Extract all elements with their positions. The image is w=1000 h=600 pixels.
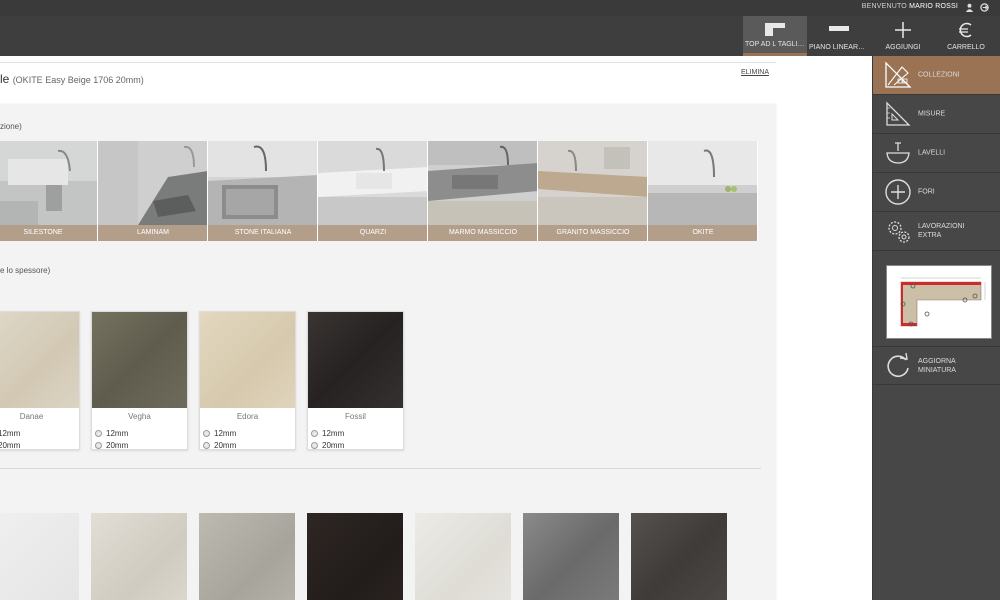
option-20mm[interactable]: 20mm [203, 441, 236, 450]
collection-marmo-massiccio[interactable]: MARMO MASSICCIO [428, 141, 538, 241]
carrello-button[interactable]: CARRELLO [934, 16, 998, 56]
option-12mm[interactable]: 12mm [0, 429, 20, 438]
collection-okite[interactable]: OKITE [648, 141, 758, 241]
user-name: MARIO ROSSI [909, 3, 958, 10]
radio-icon [203, 442, 210, 449]
material-swatch [308, 312, 403, 408]
logout-icon[interactable] [980, 3, 989, 12]
plus-icon [895, 22, 911, 38]
radio-icon [203, 430, 210, 437]
euro-icon [959, 22, 972, 38]
app-header: TOP AD L TAGLIO ... PIANO LINEARE / ... … [0, 16, 1000, 56]
welcome-text: BENVENUTO MARIO ROSSI [861, 3, 958, 10]
gears-icon [888, 221, 910, 243]
option-12mm[interactable]: 12mm [95, 429, 128, 438]
sink-icon [886, 142, 910, 164]
sidebar-item-misure[interactable]: MISURE [873, 95, 1000, 134]
sidebar-item-lavorazioni-extra[interactable]: LAVORAZIONI EXTRA [873, 212, 1000, 251]
material-swatch-7[interactable] [631, 513, 727, 600]
material-swatch-6[interactable] [523, 513, 619, 600]
collections-strip: SILESTONE LAMINAM STONE ITALIANA QUARZI … [0, 141, 762, 241]
aggiungi-button[interactable]: AGGIUNGI [871, 16, 935, 56]
refresh-icon [887, 352, 909, 377]
collection-step-label: zione) [0, 122, 22, 131]
material-swatch-2[interactable] [91, 513, 187, 600]
material-card-fossil[interactable]: Fossil 12mm 20mm [307, 311, 404, 450]
sidebar-item-collezioni[interactable]: COLLEZIONI [873, 56, 1000, 95]
collection-quarzi[interactable]: QUARZI [318, 141, 428, 241]
sidebar-item-lavelli[interactable]: LAVELLI [873, 134, 1000, 173]
option-20mm[interactable]: 20mm [0, 441, 20, 450]
sidebar-item-fori[interactable]: FORI [873, 173, 1000, 212]
top-divider [0, 62, 776, 63]
collection-image [428, 141, 538, 225]
material-card-vegha[interactable]: Vegha 12mm 20mm [91, 311, 188, 450]
collection-laminam[interactable]: LAMINAM [98, 141, 208, 241]
collection-granito-massiccio[interactable]: GRANITO MASSICCIO [538, 141, 648, 241]
radio-icon [95, 430, 102, 437]
option-20mm[interactable]: 20mm [95, 441, 128, 450]
material-swatch [0, 312, 79, 408]
page-title: le (OKITE Easy Beige 1706 20mm) [0, 72, 144, 86]
radio-icon [311, 430, 318, 437]
material-card-danae[interactable]: Danae 12mm 20mm [0, 311, 80, 450]
material-swatch-3[interactable] [199, 513, 295, 600]
option-12mm[interactable]: 12mm [311, 429, 344, 438]
material-swatch-1[interactable] [0, 513, 79, 600]
material-swatch [200, 312, 295, 408]
ruler-triangle-icon [886, 101, 911, 126]
main-content: le (OKITE Easy Beige 1706 20mm) ELIMINA … [0, 56, 872, 600]
top-bar: BENVENUTO MARIO ROSSI [0, 0, 1000, 16]
layout-preview-image [891, 270, 987, 334]
add-hole-icon [885, 179, 911, 205]
section-divider [0, 468, 761, 469]
option-20mm[interactable]: 20mm [311, 441, 344, 450]
option-12mm[interactable]: 12mm [203, 429, 236, 438]
collection-image [0, 141, 98, 225]
material-swatch-5[interactable] [415, 513, 511, 600]
elimina-link[interactable]: ELIMINA [741, 69, 769, 76]
collection-stone-italiana[interactable]: STONE ITALIANA [208, 141, 318, 241]
collection-image [318, 141, 428, 225]
top-l-icon [765, 23, 785, 36]
collections-icon [885, 61, 912, 88]
collection-image [208, 141, 318, 225]
preview-thumbnail[interactable] [886, 265, 992, 339]
collection-image [98, 141, 208, 225]
collection-silestone[interactable]: SILESTONE [0, 141, 98, 241]
top-l-button[interactable]: TOP AD L TAGLIO ... [743, 16, 807, 56]
thickness-step-label: e lo spessore) [0, 266, 51, 275]
material-card-edora[interactable]: Edora 12mm 20mm [199, 311, 296, 450]
sidebar-item-aggiorna-miniatura[interactable]: AGGIORNA MINIATURA [873, 346, 1000, 385]
collection-image [538, 141, 648, 225]
piano-lineare-icon [829, 26, 849, 31]
material-swatch-4[interactable] [307, 513, 403, 600]
piano-lineare-button[interactable]: PIANO LINEARE / ... [807, 16, 871, 56]
collection-image [648, 141, 758, 225]
right-sidebar: COLLEZIONI MISURE LAVELLI FORI LAVORAZIO… [872, 56, 1000, 600]
radio-icon [95, 442, 102, 449]
user-icon[interactable] [965, 3, 974, 12]
radio-icon [311, 442, 318, 449]
selected-material: (OKITE Easy Beige 1706 20mm) [12, 75, 144, 85]
material-swatch [92, 312, 187, 408]
